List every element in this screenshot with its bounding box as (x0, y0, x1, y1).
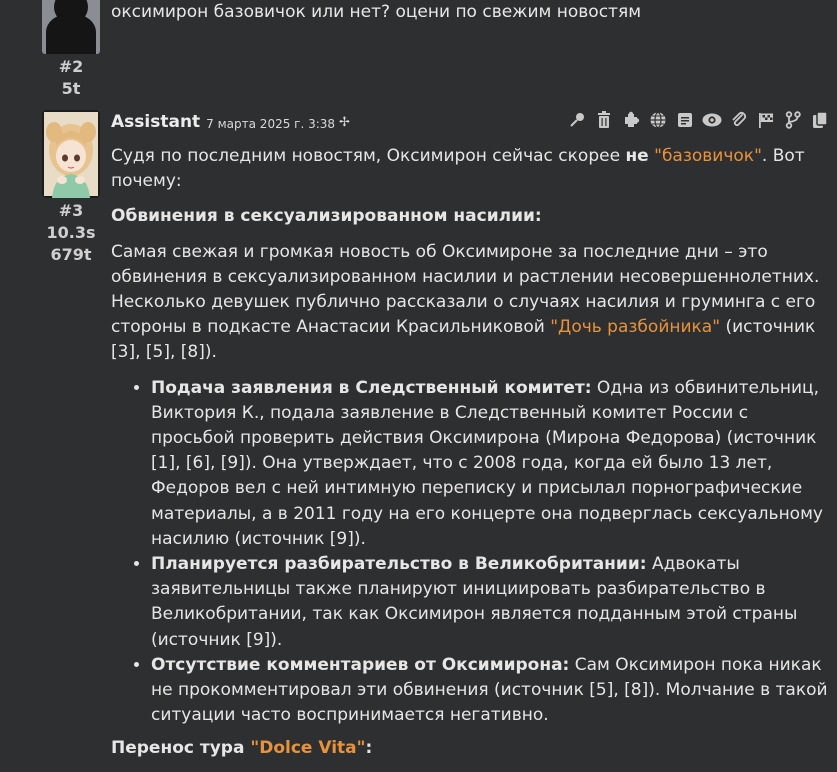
list-item-text: Одна из обвинительниц, Виктория К., пода… (151, 377, 823, 549)
note-icon[interactable] (674, 110, 696, 130)
author-name: Assistant (111, 112, 201, 132)
previous-message-meta: #2 5t (41, 56, 101, 100)
paperclip-icon[interactable] (728, 110, 750, 130)
previous-message: оксимирон базовичок или нет? оцени по св… (0, 0, 837, 100)
intro-paragraph: Судя по последним новостям, Оксимирон се… (111, 144, 837, 194)
list-item-title: Отсутствие комментариев от Оксимирона: (151, 654, 570, 675)
intro-quote: "базовичок" (654, 146, 762, 166)
list-item-title: Подача заявления в Следственный комитет: (151, 377, 592, 398)
model-icon: ✢ (339, 114, 350, 130)
puzzle-icon[interactable] (620, 110, 642, 130)
generation-time: 10.3s (46, 223, 96, 242)
tour-quote: "Dolce Vita" (250, 738, 366, 759)
message-tokens: 5t (61, 79, 81, 98)
flag-icon[interactable] (755, 110, 777, 130)
message-toolbar (566, 110, 831, 130)
list-item: Подача заявления в Следственный комитет:… (151, 376, 837, 552)
section-heading: Обвинения в сексуализированном насилии: (111, 206, 542, 227)
eye-icon[interactable] (701, 110, 723, 130)
section-paragraph: Самая свежая и громкая новость об Оксими… (111, 240, 837, 366)
assistant-avatar[interactable] (42, 110, 100, 198)
globe-icon[interactable] (647, 110, 669, 130)
intro-bold: не (625, 146, 649, 166)
previous-message-text: оксимирон базовичок или нет? оцени по св… (111, 2, 642, 22)
anime-girl-avatar-icon (42, 110, 100, 198)
bullet-list: Подача заявления в Следственный комитет:… (111, 376, 837, 729)
copy-icon[interactable] (809, 110, 831, 130)
message-meta: #3 10.3s 679t (41, 200, 101, 266)
list-item-title: Планируется разбирательство в Великобрит… (151, 554, 647, 575)
message-content: Судя по последним новостям, Оксимирон се… (111, 144, 837, 772)
message-index: #3 (58, 201, 84, 220)
intro-text: Судя по последним новостям, Оксимирон се… (111, 146, 626, 166)
heading-colon: : (365, 738, 373, 759)
message-index: #2 (58, 57, 84, 76)
message-timestamp: 7 марта 2025 г. 3:38 (206, 116, 336, 131)
podcast-quote: "Дочь разбойника" (550, 317, 721, 338)
section-heading-2: Перенос тура "Dolce Vita": (111, 736, 837, 761)
user-avatar[interactable] (42, 0, 100, 54)
list-item: Отсутствие комментариев от Оксимирона: С… (151, 653, 837, 729)
trash-icon[interactable] (593, 110, 615, 130)
branch-icon[interactable] (782, 110, 804, 130)
avatar-silhouette-body (46, 14, 96, 54)
pin-icon[interactable] (566, 110, 588, 130)
message-header: Assistant 7 марта 2025 г. 3:38 ✢ (111, 110, 350, 134)
heading-text: Перенос тура (111, 738, 251, 759)
list-item: Планируется разбирательство в Великобрит… (151, 552, 837, 653)
message-tokens: 679t (50, 245, 92, 264)
